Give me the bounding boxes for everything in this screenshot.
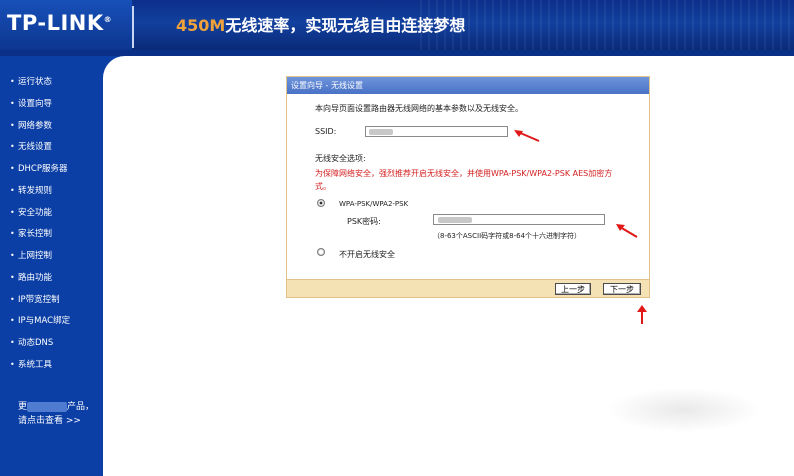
sidebar-item-parental[interactable]: • 家长控制 xyxy=(0,224,103,244)
wpa-option-label: WPA-PSK/WPA2-PSK xyxy=(339,200,409,208)
slogan-text: 无线速率，实现无线自由连接梦想 xyxy=(225,16,466,35)
ssid-input[interactable] xyxy=(365,126,508,137)
sidebar-item-wizard[interactable]: • 设置向导 xyxy=(0,94,103,114)
sidebar-item-ip-mac[interactable]: • IP与MAC绑定 xyxy=(0,311,103,331)
slogan-highlight: 450M xyxy=(176,16,226,35)
red-arrow-icon xyxy=(514,130,540,142)
header-slogan: 450M无线速率，实现无线自由连接梦想 xyxy=(176,12,465,36)
wizard-wireless-panel: 设置向导 - 无线设置 本向导页面设置路由器无线网络的基本参数以及无线安全。 S… xyxy=(286,76,650,298)
security-heading: 无线安全选项: xyxy=(315,154,366,163)
security-warning-line-1: 为保障网络安全，强烈推荐开启无线安全，并使用WPA-PSK/WPA2-PSK A… xyxy=(315,169,613,178)
sidebar-item-routing[interactable]: • 路由功能 xyxy=(0,268,103,288)
button-bar: 上一步 下一步 xyxy=(287,279,649,297)
sidebar-item-dhcp[interactable]: • DHCP服务器 xyxy=(0,159,103,179)
psk-label: PSK密码: xyxy=(347,217,381,226)
sidebar-item-bandwidth[interactable]: • IP带宽控制 xyxy=(0,290,103,310)
red-arrow-icon xyxy=(637,305,647,324)
sidebar-item-network[interactable]: • 网络参数 xyxy=(0,116,103,136)
blurred-ssid xyxy=(369,129,393,135)
logo-area: TP-LINK® xyxy=(0,0,132,50)
ssid-label: SSID: xyxy=(315,127,337,136)
header-divider xyxy=(132,6,134,48)
sidebar-item-status[interactable]: • 运行状态 xyxy=(0,72,103,92)
sidebar: • 运行状态 • 设置向导 • 网络参数 • 无线设置 • DHCP服务器 • 转发规则 •… xyxy=(0,56,103,476)
sidebar-item-wireless[interactable]: • 无线设置 xyxy=(0,137,103,157)
sidebar-item-access[interactable]: • 上网控制 xyxy=(0,246,103,266)
promo-link[interactable]: 更产品， 请点击查看 >> xyxy=(18,400,94,428)
tplink-logo: TP-LINK® xyxy=(7,11,113,35)
next-button[interactable]: 下一步 xyxy=(603,283,641,295)
watermark xyxy=(608,388,758,432)
sidebar-item-forwarding[interactable]: • 转发规则 xyxy=(0,181,103,201)
wpa-radio[interactable] xyxy=(317,199,325,207)
panel-title: 设置向导 - 无线设置 xyxy=(287,77,649,94)
blurred-text xyxy=(27,401,68,412)
no-security-radio[interactable] xyxy=(317,248,325,256)
sidebar-item-ddns[interactable]: • 动态DNS xyxy=(0,333,103,353)
no-security-label: 不开启无线安全 xyxy=(339,250,395,259)
promo-line-2: 请点击查看 >> xyxy=(18,416,81,426)
blurred-password xyxy=(438,217,472,223)
intro-text: 本向导页面设置路由器无线网络的基本参数以及无线安全。 xyxy=(315,104,523,113)
psk-password-input[interactable] xyxy=(433,214,605,225)
header-banner: TP-LINK® 450M无线速率，实现无线自由连接梦想 xyxy=(0,0,794,50)
red-arrow-icon xyxy=(616,224,638,238)
psk-hint: （8-63个ASCII码字符或8-64个十六进制字符） xyxy=(433,232,582,240)
sidebar-item-system[interactable]: • 系统工具 xyxy=(0,355,103,375)
header-decoration xyxy=(420,0,794,50)
promo-line-1: 更产品， xyxy=(18,401,95,412)
sidebar-item-security[interactable]: • 安全功能 xyxy=(0,203,103,223)
prev-button[interactable]: 上一步 xyxy=(555,283,591,295)
security-warning-line-2: 式。 xyxy=(315,182,331,191)
